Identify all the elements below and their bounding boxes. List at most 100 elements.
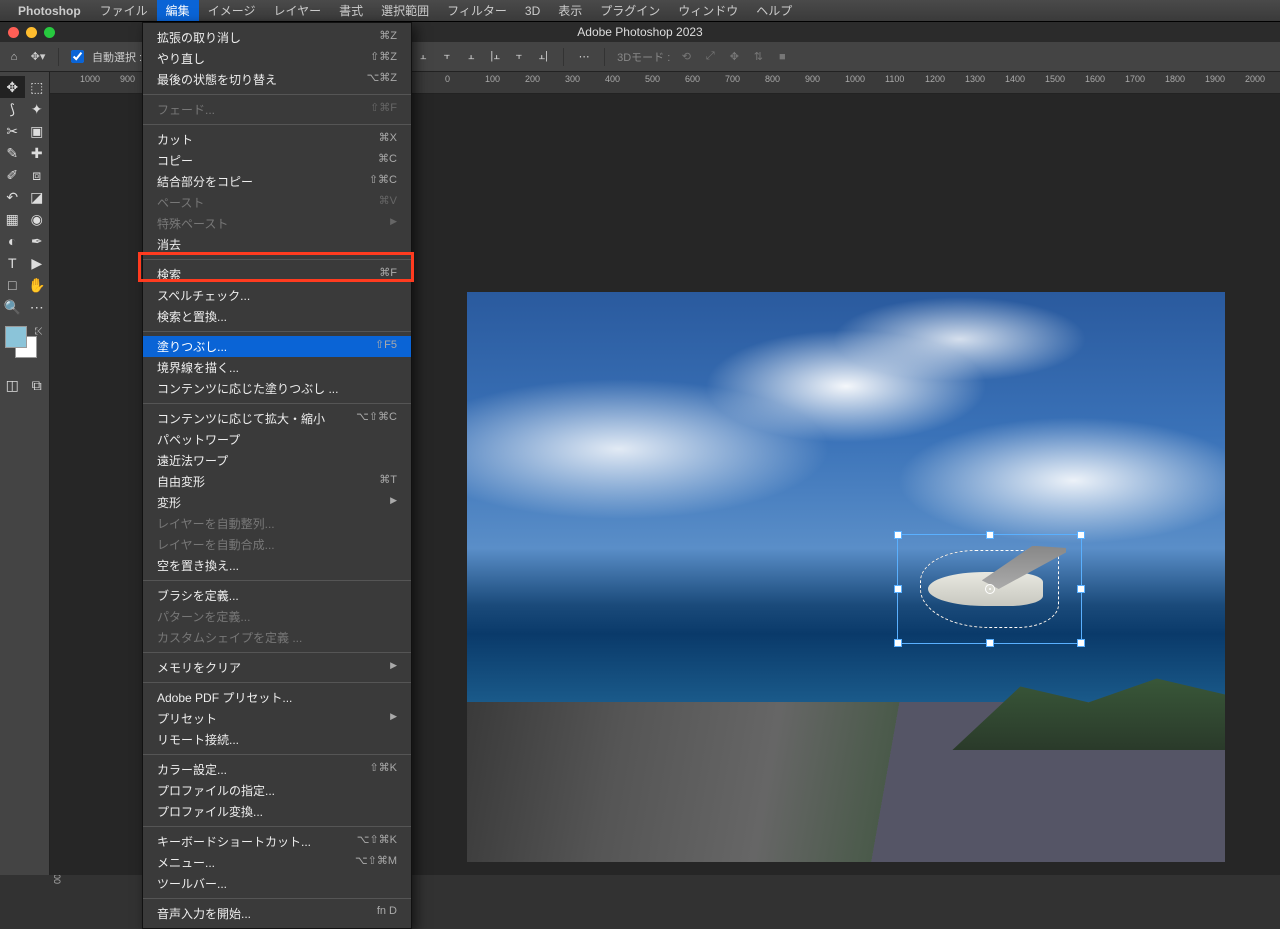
close-window-button[interactable] [8, 27, 19, 38]
menu-item-[interactable]: 消去 [143, 234, 411, 255]
pen-tool[interactable]: ✒ [25, 230, 50, 252]
minimize-window-button[interactable] [26, 27, 37, 38]
align-bottom-icon[interactable]: ⫠ [463, 49, 479, 65]
menu-ウィンドウ[interactable]: ウィンドウ [669, 0, 747, 21]
more-icon[interactable]: ⋯ [576, 49, 592, 65]
transform-handle-tm[interactable] [986, 531, 994, 539]
3d-slide-icon[interactable]: ⇅ [750, 49, 766, 65]
crop-tool[interactable]: ✂ [0, 120, 25, 142]
menu-プラグイン[interactable]: プラグイン [591, 0, 669, 21]
transform-handle-bm[interactable] [986, 639, 994, 647]
align-hcenter-icon[interactable]: ⫟ [511, 49, 527, 65]
menu-item-[interactable]: 検索⌘F [143, 264, 411, 285]
menu-item-[interactable]: メニュー...⌥⇧⌘M [143, 852, 411, 873]
menu-item-[interactable]: 変形 [143, 492, 411, 513]
menu-item-[interactable]: 空を置き換え... [143, 555, 411, 576]
healing-brush-tool[interactable]: ✚ [25, 142, 50, 164]
history-brush-tool[interactable]: ↶ [0, 186, 25, 208]
menu-item-[interactable]: 塗りつぶし...⇧F5 [143, 336, 411, 357]
color-swatches[interactable]: ⤪ [5, 326, 45, 366]
menu-item-[interactable]: やり直し⇧⌘Z [143, 48, 411, 69]
align-top-icon[interactable]: ⫠ [415, 49, 431, 65]
menu-item-[interactable]: キーボードショートカット...⌥⇧⌘K [143, 831, 411, 852]
eyedropper-tool[interactable]: ✎ [0, 142, 25, 164]
menu-item-[interactable]: カット⌘X [143, 129, 411, 150]
edit-toolbar[interactable]: ⋯ [25, 296, 50, 318]
menu-ヘルプ[interactable]: ヘルプ [747, 0, 801, 21]
auto-select-checkbox[interactable] [71, 50, 84, 63]
menu-item-[interactable]: ブラシを定義... [143, 585, 411, 606]
menu-item-: レイヤーを自動合成... [143, 534, 411, 555]
menu-item-[interactable]: 拡張の取り消し⌘Z [143, 27, 411, 48]
menu-書式[interactable]: 書式 [330, 0, 372, 21]
menu-レイヤー[interactable]: レイヤー [264, 0, 330, 21]
gradient-tool[interactable]: ▦ [0, 208, 25, 230]
home-icon[interactable]: ⌂ [6, 49, 22, 65]
menu-イメージ[interactable]: イメージ [199, 0, 265, 21]
menu-item-[interactable]: リモート接続... [143, 729, 411, 750]
menu-item-[interactable]: プリセット [143, 708, 411, 729]
path-select-tool[interactable]: ▶ [25, 252, 50, 274]
menu-item-[interactable]: プロファイル変換... [143, 801, 411, 822]
transform-handle-mr[interactable] [1077, 585, 1085, 593]
brush-tool[interactable]: ✐ [0, 164, 25, 186]
menu-3D[interactable]: 3D [516, 0, 549, 21]
menu-item-[interactable]: メモリをクリア [143, 657, 411, 678]
magic-wand-tool[interactable]: ✦ [25, 98, 50, 120]
hand-tool[interactable]: ✋ [25, 274, 50, 296]
menu-item-[interactable]: 遠近法ワープ [143, 450, 411, 471]
align-vcenter-icon[interactable]: ⫟ [439, 49, 455, 65]
transform-handle-bl[interactable] [894, 639, 902, 647]
menu-item-[interactable]: 境界線を描く... [143, 357, 411, 378]
menu-item-[interactable]: コンテンツに応じて拡大・縮小⌥⇧⌘C [143, 408, 411, 429]
canvas[interactable] [467, 292, 1225, 862]
menu-item-[interactable]: カラー設定...⇧⌘K [143, 759, 411, 780]
app-name[interactable]: Photoshop [18, 4, 81, 18]
menu-item-[interactable]: ツールバー... [143, 873, 411, 894]
transform-handle-ml[interactable] [894, 585, 902, 593]
menu-item-[interactable]: コンテンツに応じた塗りつぶし ... [143, 378, 411, 399]
zoom-tool[interactable]: 🔍 [0, 296, 25, 318]
menu-編集[interactable]: 編集 [157, 0, 199, 21]
align-right-icon[interactable]: ⫠| [535, 49, 551, 65]
eraser-tool[interactable]: ◪ [25, 186, 50, 208]
menu-item-AdobePDF[interactable]: Adobe PDF プリセット... [143, 687, 411, 708]
clone-stamp-tool[interactable]: ⧈ [25, 164, 50, 186]
menu-item-[interactable]: 最後の状態を切り替え⌥⌘Z [143, 69, 411, 90]
foreground-color[interactable] [5, 326, 27, 348]
menu-item-[interactable]: パペットワープ [143, 429, 411, 450]
move-tool-icon[interactable]: ✥▾ [30, 49, 46, 65]
maximize-window-button[interactable] [44, 27, 55, 38]
menu-item-[interactable]: 音声入力を開始...fn D [143, 903, 411, 924]
lasso-tool[interactable]: ⟆ [0, 98, 25, 120]
3d-orbit-icon[interactable]: ⟲ [678, 49, 694, 65]
transform-handle-tr[interactable] [1077, 531, 1085, 539]
3d-pan-icon[interactable]: ✥ [726, 49, 742, 65]
dodge-tool[interactable]: ◐ [0, 230, 25, 252]
move-tool[interactable]: ✥ [0, 76, 25, 98]
rectangle-tool[interactable]: □ [0, 274, 25, 296]
menu-表示[interactable]: 表示 [549, 0, 591, 21]
transform-handle-tl[interactable] [894, 531, 902, 539]
blur-tool[interactable]: ◉ [25, 208, 50, 230]
3d-zoom-icon[interactable]: ■ [774, 49, 790, 65]
screen-mode-tool[interactable]: ⧉ [25, 374, 50, 396]
transform-handle-br[interactable] [1077, 639, 1085, 647]
transform-pivot[interactable] [985, 584, 995, 594]
menu-item-[interactable]: 結合部分をコピー⇧⌘C [143, 171, 411, 192]
quick-mask-tool[interactable]: ◫ [0, 374, 25, 396]
menu-item-[interactable]: スペルチェック... [143, 285, 411, 306]
menu-選択範囲[interactable]: 選択範囲 [372, 0, 438, 21]
menu-item-[interactable]: コピー⌘C [143, 150, 411, 171]
3d-roll-icon[interactable]: ⤢ [702, 49, 718, 65]
transform-bounding-box[interactable] [897, 534, 1082, 644]
menu-フィルター[interactable]: フィルター [438, 0, 516, 21]
menu-item-[interactable]: 検索と置換... [143, 306, 411, 327]
frame-tool[interactable]: ▣ [25, 120, 50, 142]
menu-item-[interactable]: プロファイルの指定... [143, 780, 411, 801]
marquee-tool[interactable]: ⬚ [25, 76, 50, 98]
align-left-icon[interactable]: |⫠ [487, 49, 503, 65]
menu-ファイル[interactable]: ファイル [91, 0, 157, 21]
type-tool[interactable]: T [0, 252, 25, 274]
menu-item-[interactable]: 自由変形⌘T [143, 471, 411, 492]
